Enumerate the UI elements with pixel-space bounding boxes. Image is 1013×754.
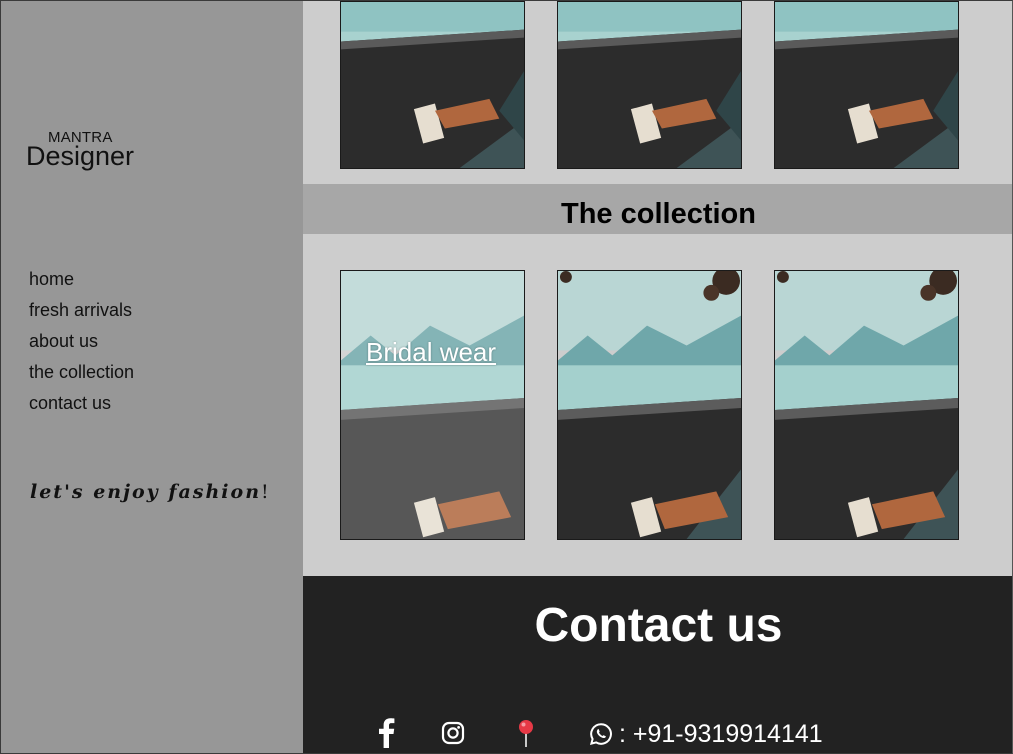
nav-item-contact-us[interactable]: contact us — [29, 393, 134, 424]
contact-phone[interactable]: : +91-9319914141 — [589, 718, 823, 750]
photo-lake — [341, 2, 524, 168]
nav-item-about-us[interactable]: about us — [29, 331, 134, 362]
collection-heading: The collection — [561, 198, 756, 230]
tagline-end: ! — [261, 481, 269, 503]
contact-heading: Contact us — [534, 599, 783, 652]
instagram-icon[interactable] — [441, 721, 465, 745]
facebook-icon[interactable] — [377, 718, 395, 748]
tagline: let's enjoy fashion! — [30, 481, 269, 503]
photo-lake-mountains — [558, 271, 741, 539]
bridal-wear-link[interactable]: Bridal wear — [366, 337, 496, 368]
sidebar: MANTRA Designer home fresh arrivals abou… — [1, 1, 303, 753]
tagline-text: let's enjoy fashion — [30, 481, 262, 503]
nav-item-fresh-arrivals[interactable]: fresh arrivals — [29, 300, 134, 331]
whatsapp-icon[interactable] — [589, 722, 613, 746]
nav-item-home[interactable]: home — [29, 269, 134, 300]
photo-lake-mountains — [775, 271, 958, 539]
collection-card-bridal-wear[interactable]: Bridal wear — [340, 270, 525, 540]
nav-item-the-collection[interactable]: the collection — [29, 362, 134, 393]
contact-section: Contact us: +91-9319914141 — [303, 576, 1012, 753]
gallery-image[interactable] — [340, 1, 525, 169]
page: MANTRA Designer home fresh arrivals abou… — [0, 0, 1013, 754]
main-content: The collection Bridal wear Contact us: … — [303, 1, 1012, 753]
photo-lake-mountains — [341, 271, 524, 539]
gallery-image[interactable] — [557, 1, 742, 169]
collection-card[interactable] — [557, 270, 742, 540]
phone-number: : +91-9319914141 — [619, 719, 823, 748]
location-pin-icon[interactable] — [515, 718, 537, 748]
sidebar-nav: home fresh arrivals about us the collect… — [29, 269, 134, 424]
brand-logo[interactable]: Designer — [26, 141, 134, 172]
gallery-image[interactable] — [774, 1, 959, 169]
photo-lake — [775, 2, 958, 168]
collection-card[interactable] — [774, 270, 959, 540]
photo-lake — [558, 2, 741, 168]
collection-heading-band: The collection — [303, 184, 1012, 234]
